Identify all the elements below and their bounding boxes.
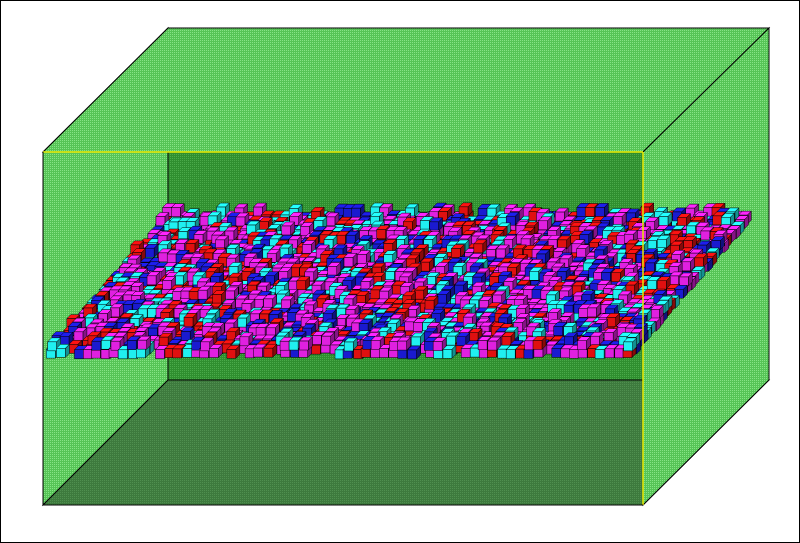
cube [298,336,314,351]
cube [442,344,457,359]
cube [343,252,358,268]
cube [419,257,435,272]
cube [144,243,159,258]
cube [406,345,422,360]
cube [710,235,726,251]
cube [226,344,241,360]
cube [109,303,124,318]
cube [180,326,195,342]
cube [586,303,602,318]
top-wall [41,27,771,153]
cube [428,217,444,232]
cube [55,343,71,358]
cube [137,335,152,350]
cube [208,343,223,359]
cube [603,328,618,343]
cube [693,253,708,268]
cube [649,304,665,319]
cube [280,221,296,236]
render-viewport[interactable] [0,0,800,543]
cube [612,211,627,227]
cube [356,249,371,265]
cube [396,336,412,351]
cube [656,234,671,249]
cube [263,343,278,358]
cube [658,211,673,227]
cube [450,243,465,259]
cube [173,271,188,286]
cube [623,337,638,352]
cube [183,312,198,327]
simulation-box-svg [0,0,800,543]
cube [436,290,452,305]
cube [557,235,572,250]
cube [214,235,230,250]
cube [537,216,553,231]
cube [473,239,488,254]
cube [678,272,693,287]
cube [680,257,695,272]
cube [532,335,547,351]
cube [327,261,342,277]
